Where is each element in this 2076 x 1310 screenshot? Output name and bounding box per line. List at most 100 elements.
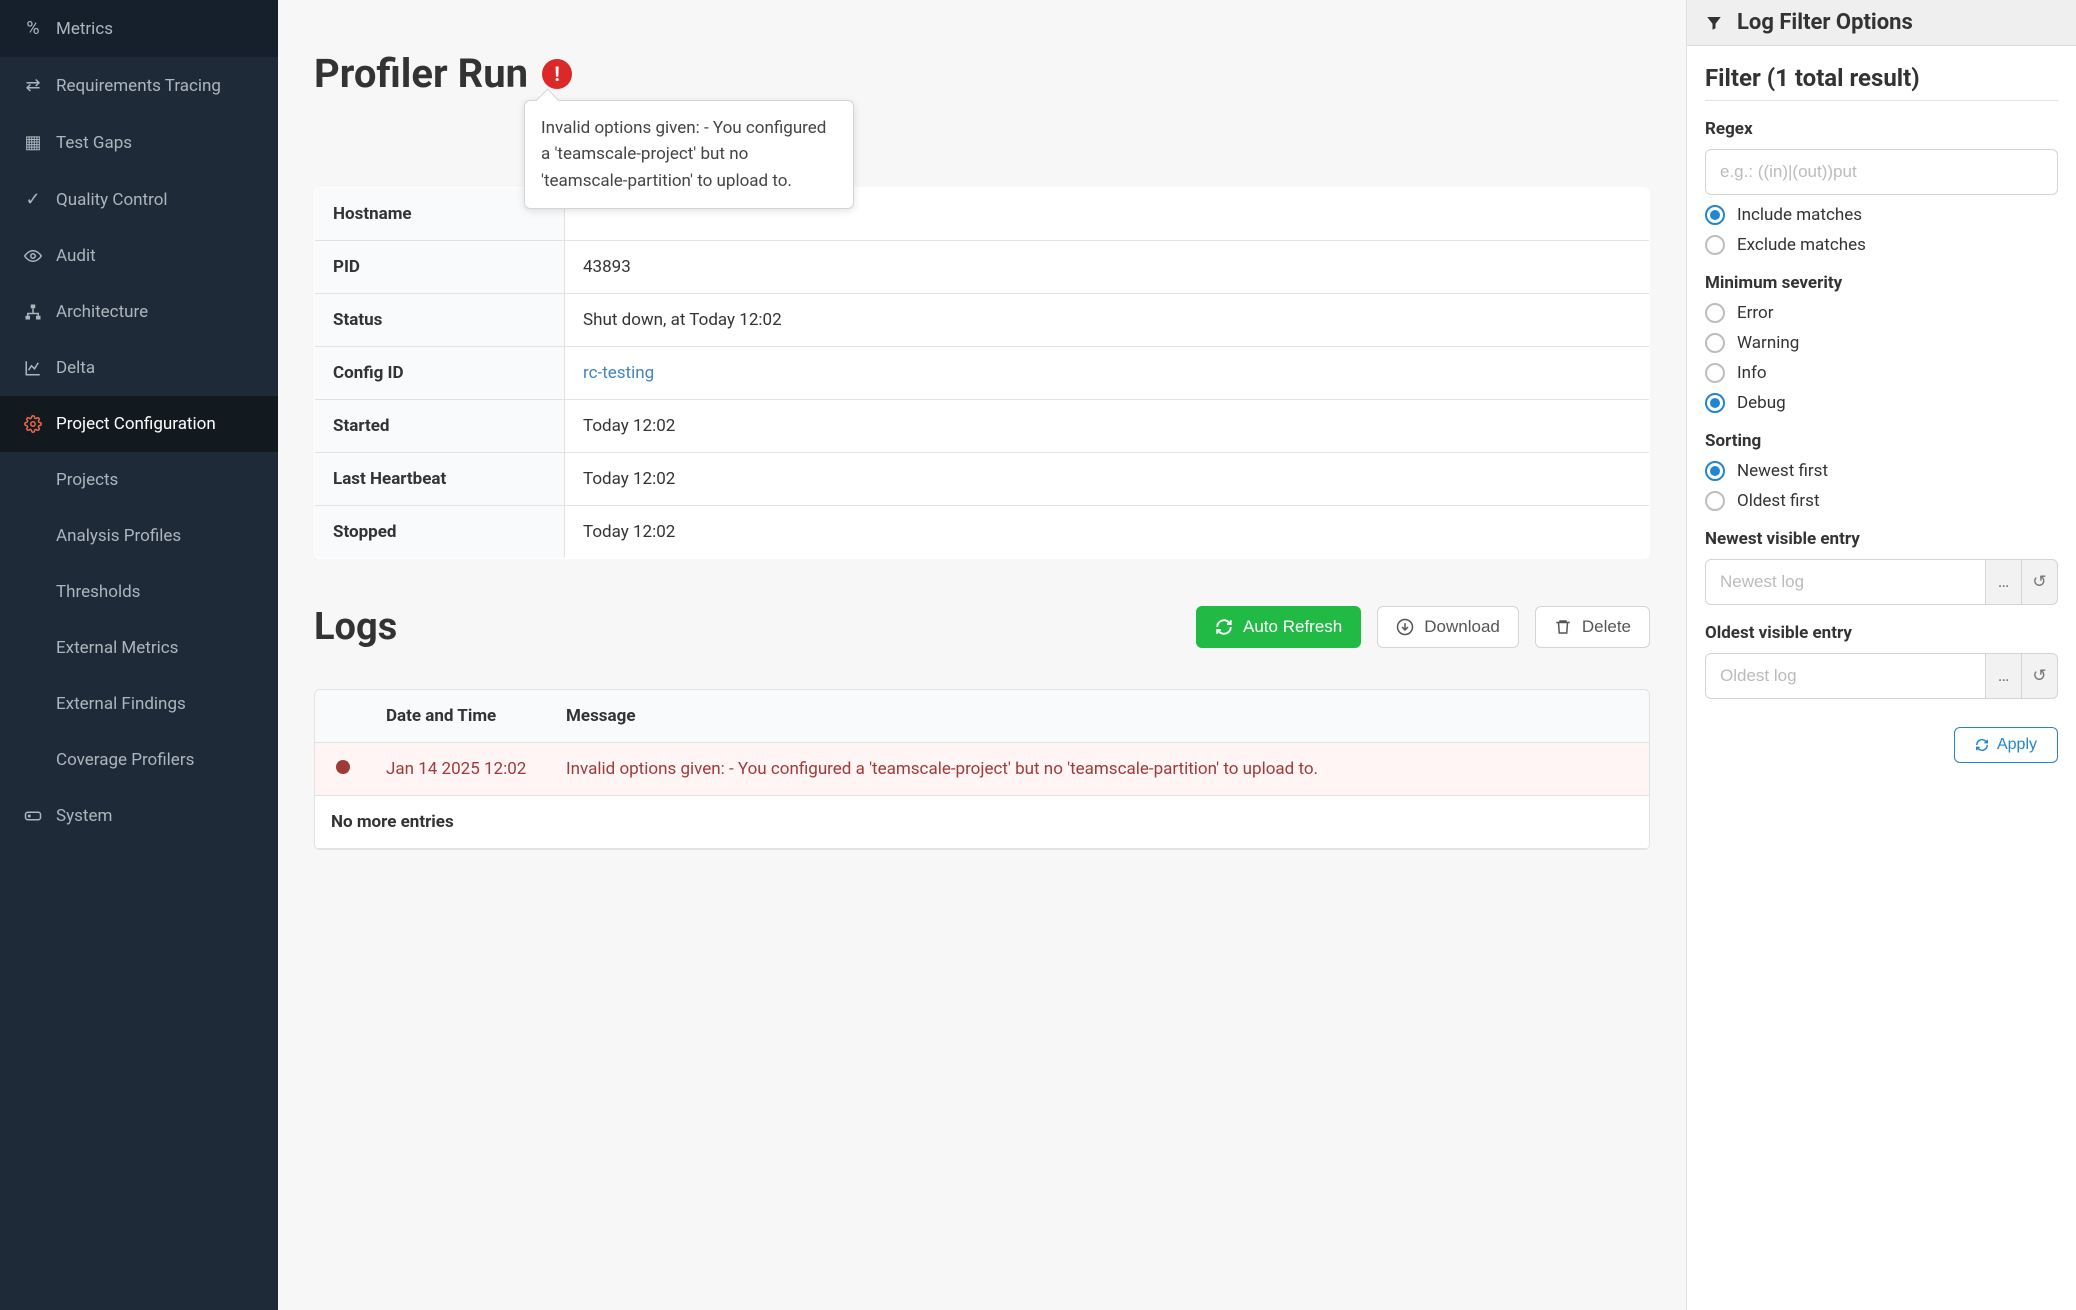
radio-icon [1705,205,1725,225]
sidebar: % Metrics ⇄ Requirements Tracing ▦ Test … [0,0,278,1310]
sidebar-item-audit[interactable]: Audit [0,228,278,284]
oldest-entry-reset-button[interactable]: ↺ [2022,653,2058,699]
ellipsis-icon: … [1998,666,2009,686]
regex-input[interactable] [1705,149,2058,195]
filter-panel: Log Filter Options Filter (1 total resul… [1686,0,2076,1310]
filter-icon [1705,14,1723,32]
log-message-cell: Invalid options given: - You configured … [550,743,1649,796]
radio-icon [1705,235,1725,255]
radio-label: Oldest first [1737,491,1820,511]
radio-sort-oldest[interactable]: Oldest first [1705,491,2058,511]
logs-col-date: Date and Time [370,690,550,743]
auto-refresh-button[interactable]: Auto Refresh [1196,606,1361,648]
sidebar-sub-coverage-profilers[interactable]: Coverage Profilers [0,732,278,788]
logs-heading: Logs [314,605,397,649]
sidebar-item-quality-control[interactable]: ✓ Quality Control [0,171,278,228]
error-tooltip: Invalid options given: - You configured … [524,100,854,209]
sidebar-item-label: System [56,806,112,826]
page-title: Profiler Run [314,50,528,97]
radio-sort-newest[interactable]: Newest first [1705,461,2058,481]
info-key: Config ID [315,347,565,400]
log-row[interactable]: Jan 14 2025 12:02 Invalid options given:… [315,743,1649,796]
radio-severity-error[interactable]: Error [1705,303,2058,323]
sidebar-item-label: Metrics [56,19,113,39]
sidebar-item-metrics[interactable]: % Metrics [0,0,278,57]
check-circle-icon: ✓ [18,189,48,210]
sidebar-sub-thresholds[interactable]: Thresholds [0,564,278,620]
info-key: Status [315,294,565,347]
error-dot-icon [336,760,350,774]
info-row: Hostname [315,188,1650,241]
radio-include-matches[interactable]: Include matches [1705,205,2058,225]
radio-label: Error [1737,303,1773,323]
sidebar-sub-external-metrics[interactable]: External Metrics [0,620,278,676]
sidebar-item-architecture[interactable]: Architecture [0,284,278,340]
download-label: Download [1424,617,1500,637]
radio-severity-info[interactable]: Info [1705,363,2058,383]
radio-exclude-matches[interactable]: Exclude matches [1705,235,2058,255]
config-id-link[interactable]: rc-testing [583,363,654,383]
info-key: Stopped [315,506,565,559]
apply-button[interactable]: Apply [1954,727,2058,763]
percent-icon: % [18,18,48,39]
ellipsis-icon: … [1998,572,2009,592]
newest-entry-reset-button[interactable]: ↺ [2022,559,2058,605]
radio-label: Include matches [1737,205,1862,225]
sidebar-sub-external-findings[interactable]: External Findings [0,676,278,732]
filter-body: Filter (1 total result) Regex Include ma… [1687,46,2076,793]
oldest-entry-ellipsis-button[interactable]: … [1986,653,2022,699]
sidebar-item-label: Test Gaps [56,133,132,153]
chart-line-icon [18,359,48,377]
sidebar-item-project-configuration[interactable]: Project Configuration [0,396,278,452]
sidebar-item-test-gaps[interactable]: ▦ Test Gaps [0,114,278,171]
info-row: Config ID rc-testing [315,347,1650,400]
undo-icon: ↺ [2032,572,2046,592]
auto-refresh-label: Auto Refresh [1243,617,1342,637]
undo-icon: ↺ [2032,666,2046,686]
log-no-more-label: No more entries [315,796,1649,849]
divider [1705,100,2058,101]
error-badge-icon[interactable]: ! [542,59,572,89]
radio-severity-debug[interactable]: Debug [1705,393,2058,413]
radio-label: Exclude matches [1737,235,1866,255]
sidebar-sub-analysis-profiles[interactable]: Analysis Profiles [0,508,278,564]
sidebar-item-system[interactable]: System [0,788,278,844]
info-value: Today 12:02 [565,506,1650,559]
log-status-cell [315,743,370,796]
radio-label: Debug [1737,393,1786,413]
info-key: PID [315,241,565,294]
info-row: Stopped Today 12:02 [315,506,1650,559]
sidebar-item-label: Requirements Tracing [56,76,221,96]
radio-label: Info [1737,363,1767,383]
sitemap-icon [18,303,48,321]
eye-icon [18,247,48,265]
apply-label: Apply [1997,736,2037,754]
delete-button[interactable]: Delete [1535,606,1650,648]
info-row: PID 43893 [315,241,1650,294]
oldest-entry-input[interactable] [1705,653,1986,699]
refresh-icon [1215,618,1233,636]
newest-entry-input[interactable] [1705,559,1986,605]
logs-table: Date and Time Message Jan 14 2025 12:02 … [314,689,1650,850]
newest-entry-group: … ↺ [1705,559,2058,605]
info-row: Status Shut down, at Today 12:02 [315,294,1650,347]
sidebar-item-label: Audit [56,246,96,266]
download-button[interactable]: Download [1377,606,1519,648]
newest-entry-ellipsis-button[interactable]: … [1986,559,2022,605]
radio-icon [1705,491,1725,511]
sidebar-item-delta[interactable]: Delta [0,340,278,396]
info-key: Last Heartbeat [315,453,565,506]
info-value: Today 12:02 [565,453,1650,506]
info-value: Today 12:02 [565,400,1650,453]
info-value: rc-testing [565,347,1650,400]
radio-label: Newest first [1737,461,1828,481]
grid-icon: ▦ [18,132,48,153]
oldest-entry-label: Oldest visible entry [1705,623,2058,643]
exchange-icon: ⇄ [18,75,48,96]
sidebar-sub-projects[interactable]: Projects [0,452,278,508]
log-no-more-row: No more entries [315,796,1649,849]
radio-icon [1705,333,1725,353]
oldest-entry-group: … ↺ [1705,653,2058,699]
radio-severity-warning[interactable]: Warning [1705,333,2058,353]
sidebar-item-requirements-tracing[interactable]: ⇄ Requirements Tracing [0,57,278,114]
